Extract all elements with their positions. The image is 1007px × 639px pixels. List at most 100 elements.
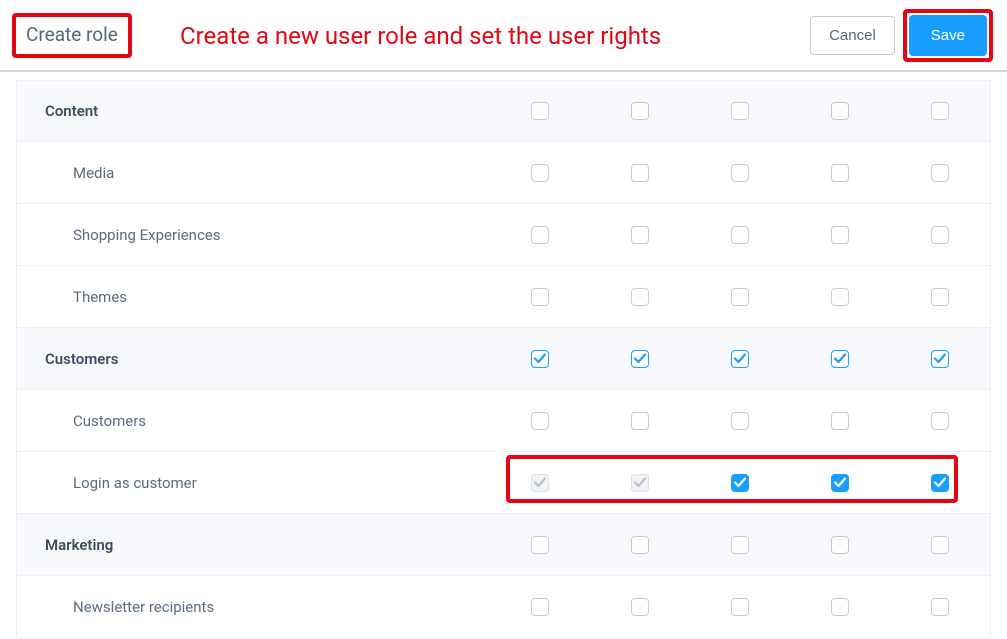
permission-checkbox[interactable] xyxy=(931,474,949,492)
permission-checkbox[interactable] xyxy=(831,102,849,120)
permission-checkbox[interactable] xyxy=(931,288,949,306)
save-button-highlight: Save xyxy=(903,9,993,62)
permission-checkbox xyxy=(631,474,649,492)
permissions-grid: Content Media Shopping Experiences Themes Cu… xyxy=(0,80,1007,638)
permission-checkbox[interactable] xyxy=(931,164,949,182)
checkbox-cell xyxy=(890,164,990,182)
permission-checkbox[interactable] xyxy=(531,164,549,182)
permission-group-row: Content xyxy=(16,80,991,142)
checkbox-cell xyxy=(590,412,690,430)
checkbox-cell xyxy=(490,598,590,616)
page-title: Create role xyxy=(26,23,118,46)
permission-checkbox[interactable] xyxy=(731,474,749,492)
permission-row: Login as customer xyxy=(16,452,991,514)
permission-row: Themes xyxy=(16,266,991,328)
checkbox-cell xyxy=(890,102,990,120)
permission-checkbox[interactable] xyxy=(831,164,849,182)
header-bar: Create role Create a new user role and s… xyxy=(0,0,1007,72)
permission-checkbox[interactable] xyxy=(631,226,649,244)
checkbox-cell xyxy=(590,350,690,368)
checkbox-cell xyxy=(690,536,790,554)
permission-checkbox[interactable] xyxy=(631,350,649,368)
permission-checkbox[interactable] xyxy=(831,474,849,492)
permission-checkbox[interactable] xyxy=(531,412,549,430)
checkbox-cell xyxy=(490,412,590,430)
permission-label: Login as customer xyxy=(17,474,490,492)
checkbox-cell xyxy=(790,226,890,244)
checkbox-cell xyxy=(790,350,890,368)
permission-label: Media xyxy=(17,164,490,182)
checkbox-cell xyxy=(790,598,890,616)
permission-label: Shopping Experiences xyxy=(17,226,490,244)
permission-checkbox[interactable] xyxy=(731,350,749,368)
permission-checkbox[interactable] xyxy=(931,536,949,554)
permission-checkbox[interactable] xyxy=(531,598,549,616)
permission-checkbox[interactable] xyxy=(831,288,849,306)
checkbox-cell xyxy=(590,288,690,306)
checkbox-cell xyxy=(590,102,690,120)
permission-label: Customers xyxy=(17,350,490,368)
permission-label: Marketing xyxy=(17,536,490,554)
checkbox-cell xyxy=(690,102,790,120)
permission-checkbox[interactable] xyxy=(931,226,949,244)
checkbox-cell xyxy=(490,536,590,554)
checkbox-cell xyxy=(890,226,990,244)
permission-checkbox[interactable] xyxy=(631,536,649,554)
permission-checkbox[interactable] xyxy=(531,288,549,306)
checkbox-cell xyxy=(890,474,990,492)
checkbox-cell xyxy=(890,536,990,554)
permission-checkbox[interactable] xyxy=(831,350,849,368)
permission-checkbox[interactable] xyxy=(931,412,949,430)
permission-checkbox[interactable] xyxy=(731,102,749,120)
cancel-button[interactable]: Cancel xyxy=(810,16,895,55)
permission-checkbox[interactable] xyxy=(831,412,849,430)
checkbox-cell xyxy=(690,164,790,182)
permission-checkbox[interactable] xyxy=(631,102,649,120)
checkbox-cell xyxy=(690,350,790,368)
checkbox-cell xyxy=(590,164,690,182)
save-button[interactable]: Save xyxy=(909,15,987,56)
permission-checkbox[interactable] xyxy=(731,536,749,554)
checkbox-cell xyxy=(590,226,690,244)
permission-checkbox[interactable] xyxy=(531,536,549,554)
permission-checkbox[interactable] xyxy=(731,598,749,616)
permission-label: Themes xyxy=(17,288,490,306)
permission-checkbox[interactable] xyxy=(531,102,549,120)
permission-checkbox[interactable] xyxy=(631,598,649,616)
permission-checkbox[interactable] xyxy=(931,598,949,616)
permission-checkbox[interactable] xyxy=(931,102,949,120)
checkbox-cell xyxy=(790,288,890,306)
permission-checkbox[interactable] xyxy=(831,226,849,244)
checkbox-cell xyxy=(690,288,790,306)
permission-checkbox[interactable] xyxy=(531,350,549,368)
checkbox-cell xyxy=(490,102,590,120)
permission-checkbox xyxy=(531,474,549,492)
permission-checkbox[interactable] xyxy=(631,412,649,430)
permission-label: Content xyxy=(17,102,490,120)
permission-checkbox[interactable] xyxy=(931,350,949,368)
checkbox-cell xyxy=(890,412,990,430)
permission-checkbox[interactable] xyxy=(731,288,749,306)
permission-checkbox[interactable] xyxy=(531,226,549,244)
checkbox-cell xyxy=(790,412,890,430)
checkbox-cell xyxy=(490,164,590,182)
checkbox-cell xyxy=(790,102,890,120)
permission-row: Customers xyxy=(16,390,991,452)
checkbox-cell xyxy=(690,598,790,616)
permission-checkbox[interactable] xyxy=(631,288,649,306)
permission-label: Newsletter recipients xyxy=(17,598,490,616)
permission-checkbox[interactable] xyxy=(731,164,749,182)
permission-checkbox[interactable] xyxy=(631,164,649,182)
permission-label: Customers xyxy=(17,412,490,430)
annotation-text: Create a new user role and set the user … xyxy=(180,22,661,50)
permission-checkbox[interactable] xyxy=(831,536,849,554)
checkbox-cell xyxy=(490,226,590,244)
permission-checkbox[interactable] xyxy=(731,412,749,430)
permission-group-row: Marketing xyxy=(16,514,991,576)
checkbox-cell xyxy=(790,536,890,554)
checkbox-cell xyxy=(890,598,990,616)
checkbox-cell xyxy=(590,598,690,616)
permission-checkbox[interactable] xyxy=(831,598,849,616)
permission-checkbox[interactable] xyxy=(731,226,749,244)
permission-row: Shopping Experiences xyxy=(16,204,991,266)
